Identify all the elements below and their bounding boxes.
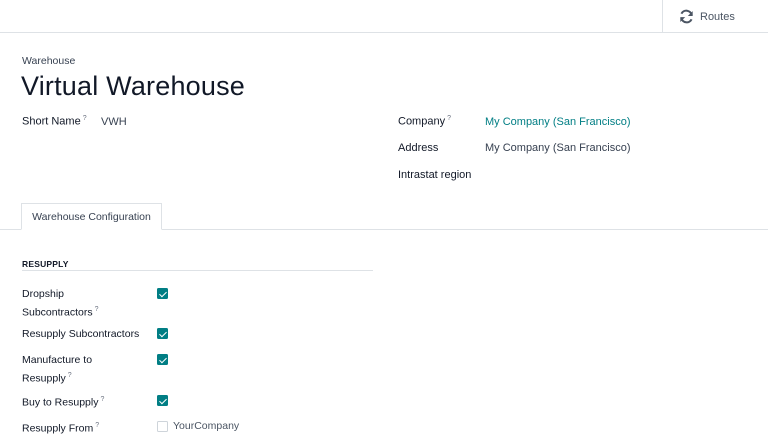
resupply-subcontractors-checkbox[interactable]	[157, 328, 168, 339]
address-label: Address	[398, 142, 439, 154]
resupply-subcontractors-label: Resupply Subcontractors	[22, 328, 140, 340]
tab-warehouse-configuration[interactable]: Warehouse Configuration	[21, 203, 162, 230]
manufacture-to-resupply-label: Manufacture to Resupply?	[22, 354, 93, 385]
resupply-from-yourcompany-checkbox[interactable]	[157, 421, 168, 432]
resupply-from-help-icon[interactable]: ?	[95, 422, 99, 429]
manufacture-to-resupply-checkbox[interactable]	[157, 354, 168, 365]
section-divider	[22, 270, 373, 271]
dropship-help-icon[interactable]: ?	[95, 306, 99, 313]
resupply-section-title: RESUPPLY	[22, 259, 69, 269]
intrastat-region-label: Intrastat region	[398, 169, 472, 181]
routes-button-label: Routes	[700, 10, 735, 23]
resupply-from-option-label[interactable]: YourCompany	[173, 420, 239, 432]
record-type-label: Warehouse	[22, 55, 76, 67]
routes-button[interactable]: Routes	[662, 0, 768, 33]
company-help-icon[interactable]: ?	[447, 115, 451, 122]
intrastat-region-field[interactable]	[485, 169, 685, 183]
record-title[interactable]: Virtual Warehouse	[21, 71, 245, 102]
short-name-field[interactable]: VWH	[101, 116, 127, 128]
short-name-label: Short Name?	[22, 115, 87, 128]
buy-to-resupply-checkbox[interactable]	[157, 395, 168, 406]
buy-to-resupply-label: Buy to Resupply?	[22, 396, 105, 409]
address-field[interactable]: My Company (San Francisco)	[485, 142, 631, 154]
refresh-icon	[680, 9, 693, 24]
short-name-help-icon[interactable]: ?	[83, 115, 87, 122]
manufacture-help-icon[interactable]: ?	[68, 372, 72, 379]
company-field-link[interactable]: My Company (San Francisco)	[485, 116, 631, 128]
dropship-subcontractors-label: Dropship Subcontractors?	[22, 288, 99, 319]
company-label: Company?	[398, 115, 451, 128]
top-control-bar: Routes	[0, 0, 768, 33]
buy-help-icon[interactable]: ?	[100, 396, 104, 403]
dropship-subcontractors-checkbox[interactable]	[157, 288, 168, 299]
resupply-from-label: Resupply From?	[22, 422, 100, 435]
